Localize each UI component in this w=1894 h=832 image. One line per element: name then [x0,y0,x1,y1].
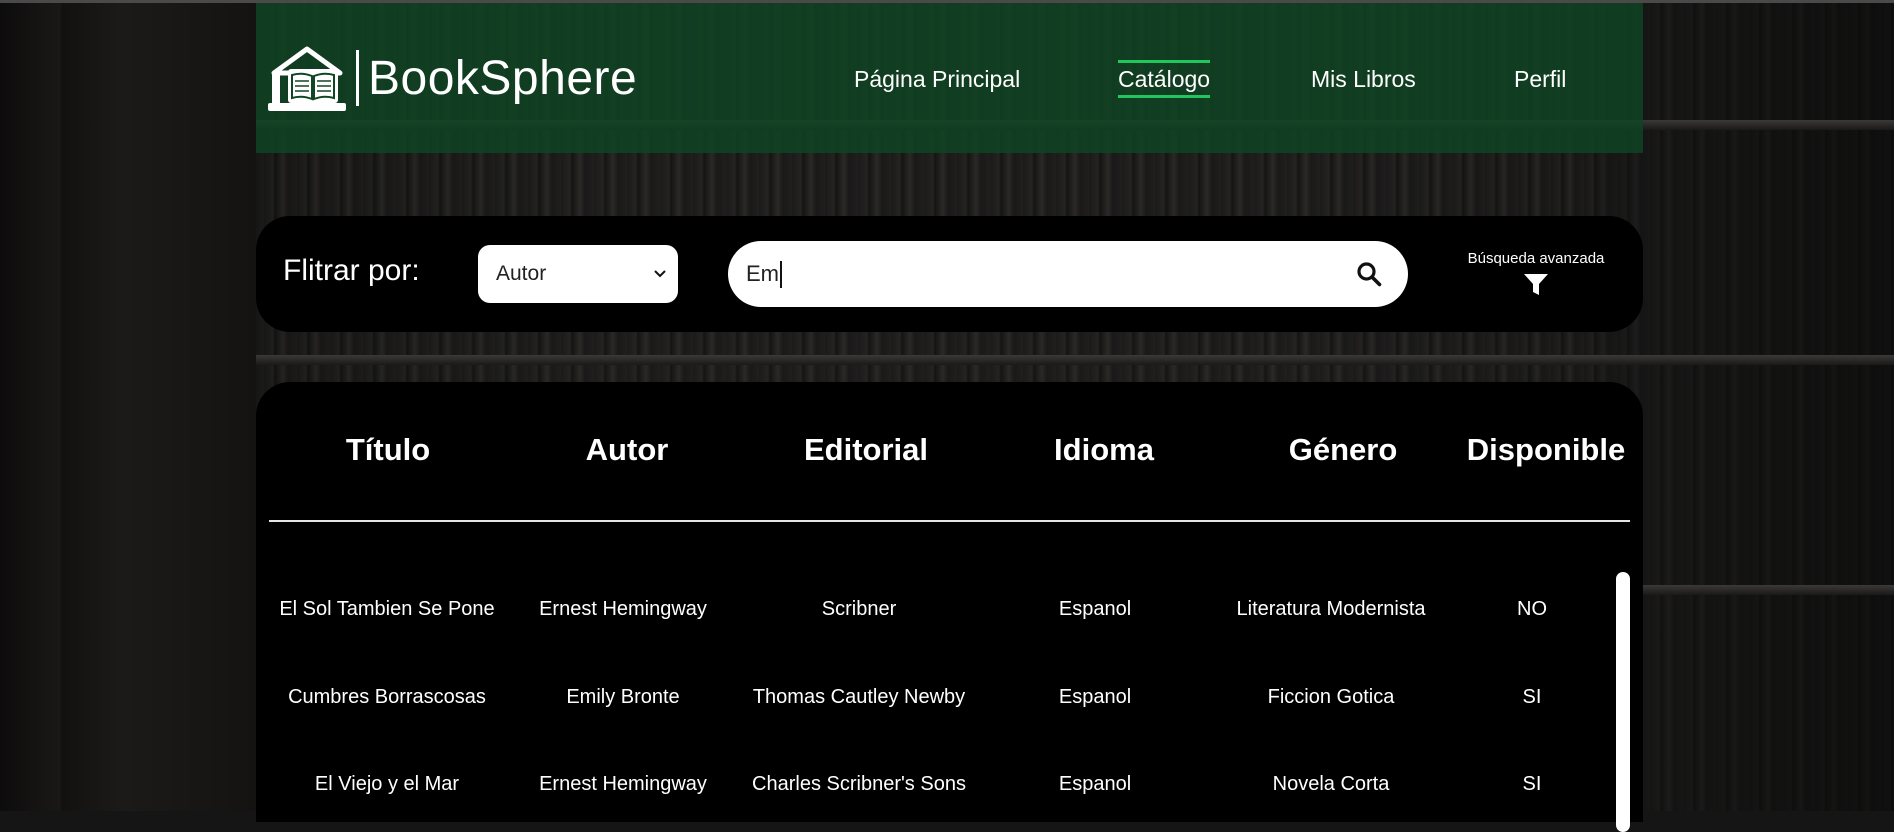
advanced-search-label: Búsqueda avanzada [1467,250,1605,267]
table-row[interactable]: El Sol Tambien Se Pone Ernest Hemingway … [256,598,1643,638]
app-name: BookSphere [368,51,638,105]
cell-editorial: Thomas Cautley Newby [752,686,966,708]
logo[interactable]: BookSphere [268,43,637,113]
filter-field-value: Autor [496,262,547,285]
cell-genero: Ficcion Gotica [1267,686,1395,708]
cell-titulo: El Viejo y el Mar [314,773,460,795]
cell-autor: Emily Bronte [566,686,680,708]
funnel-icon [1524,274,1548,295]
cell-idioma: Espanol [1058,773,1132,795]
filter-label: Flitrar por: [283,254,420,287]
column-header-editorial[interactable]: Editorial [804,432,928,468]
column-header-titulo[interactable]: Título [346,432,430,468]
cell-genero: Novela Corta [1272,773,1390,795]
cell-idioma: Espanol [1058,598,1132,620]
table-scrollbar[interactable] [1616,572,1630,832]
cell-genero: Literatura Modernista [1236,598,1426,620]
table-row[interactable]: Cumbres Borrascosas Emily Bronte Thomas … [256,686,1643,726]
search-input[interactable]: Em [728,241,1408,307]
chevron-down-icon [654,270,666,278]
cell-disponible: SI [1522,773,1542,795]
filter-field-select[interactable]: Autor [478,245,678,303]
header-divider [269,520,1630,522]
search-input-text: Em [746,260,1356,288]
site-header: BookSphere Página Principal Catálogo Mis… [256,3,1643,153]
cell-editorial: Charles Scribner's Sons [752,773,966,795]
cell-idioma: Espanol [1058,686,1132,708]
cell-titulo: Cumbres Borrascosas [288,686,486,708]
cell-autor: Ernest Hemingway [539,773,707,795]
cell-editorial: Scribner [821,598,897,620]
column-header-idioma[interactable]: Idioma [1054,432,1154,468]
text-caret [780,260,782,288]
filter-bar: Flitrar por: Autor Em Búsqueda avanzada [256,216,1643,332]
column-header-genero[interactable]: Género [1289,432,1398,468]
column-header-autor[interactable]: Autor [586,432,669,468]
search-icon[interactable] [1356,261,1382,287]
search-value: Em [746,261,779,286]
advanced-search-button[interactable]: Búsqueda avanzada [1451,250,1621,302]
nav-link-perfil[interactable]: Perfil [1514,66,1566,93]
table-row[interactable]: El Viejo y el Mar Ernest Hemingway Charl… [256,773,1643,813]
nav-link-mis-libros[interactable]: Mis Libros [1311,66,1416,93]
column-header-disponible[interactable]: Disponible [1467,432,1625,468]
cell-titulo: El Sol Tambien Se Pone [279,598,495,620]
cell-disponible: NO [1517,598,1547,620]
nav-link-catalogo[interactable]: Catálogo [1118,60,1211,98]
library-book-icon [268,46,346,111]
logo-divider [356,50,359,106]
catalog-table: Título Autor Editorial Idioma Género Dis… [256,382,1643,832]
cell-autor: Ernest Hemingway [539,598,707,620]
nav-link-pagina-principal[interactable]: Página Principal [854,66,1020,93]
cell-disponible: SI [1522,686,1542,708]
